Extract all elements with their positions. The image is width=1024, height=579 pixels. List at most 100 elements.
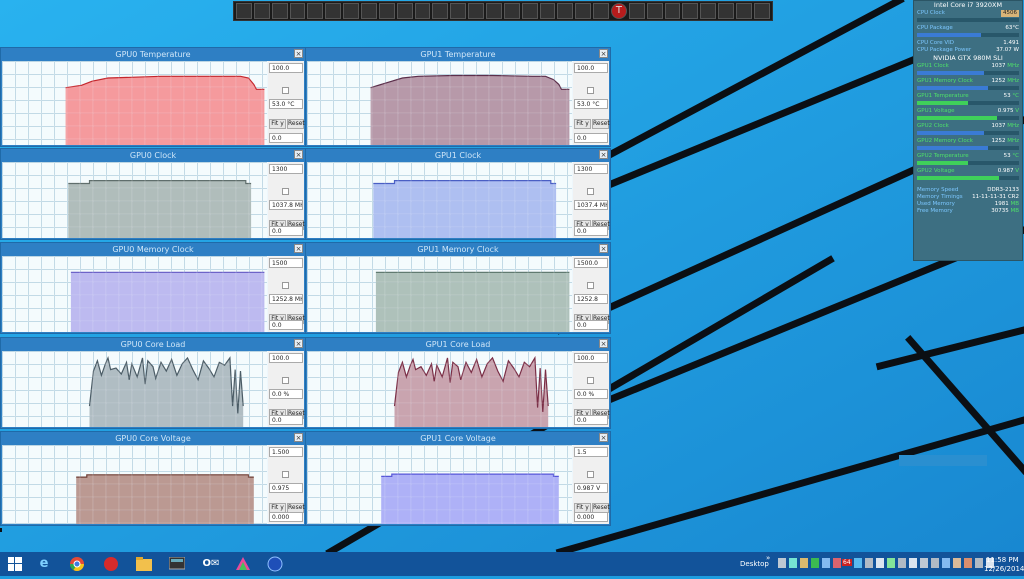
pulse-icon[interactable] [682,3,699,19]
display-icon[interactable] [628,3,645,19]
sun-icon[interactable] [718,3,735,19]
max-value-field[interactable]: 1500 [269,258,303,268]
current-value-field[interactable]: 53.0 °C [269,99,303,109]
video-icon[interactable] [521,3,538,19]
close-icon[interactable]: × [294,244,303,253]
current-value-field[interactable]: 0.0 % [269,389,303,399]
min-value-field[interactable]: 0.0 [574,133,608,143]
floating-widget[interactable] [899,455,987,466]
current-value-field[interactable]: 0.975 [269,483,303,493]
speed-icon[interactable] [646,3,663,19]
auto-checkbox[interactable] [282,87,289,94]
battery-icon[interactable] [450,3,467,19]
current-value-field[interactable]: 53.0 °C [574,99,608,109]
auto-checkbox[interactable] [282,377,289,384]
network-icon[interactable] [789,558,797,568]
max-value-field[interactable]: 100.0 [574,63,608,73]
antivirus-icon[interactable] [964,558,972,568]
shield-icon[interactable] [854,558,862,568]
max-value-field[interactable]: 1.5 [574,447,608,457]
max-value-field[interactable]: 1300 [269,164,303,174]
min-value-field[interactable]: 0.0 [574,226,608,236]
clock-icon[interactable] [343,3,360,19]
gpu-tray-icon[interactable] [811,558,819,568]
min-value-field[interactable]: 0.0 [269,320,303,330]
battery-icon[interactable] [887,558,895,568]
chart-icon[interactable] [271,3,288,19]
auto-checkbox[interactable] [587,87,594,94]
max-value-field[interactable]: 100.0 [269,353,303,363]
reset-button[interactable]: Reset [287,119,305,129]
paint-icon[interactable] [232,554,254,574]
toolbar-chevron[interactable]: » [766,554,770,562]
outlook-icon[interactable]: O✉ [200,554,222,574]
max-value-field[interactable]: 100.0 [269,63,303,73]
fan-icon[interactable] [486,3,502,19]
close-icon[interactable]: × [599,150,608,159]
tray-badge[interactable]: 64 [842,559,852,566]
auto-checkbox[interactable] [587,188,594,195]
refresh-icon[interactable] [557,3,574,19]
disk-icon[interactable] [468,3,485,19]
auto-checkbox[interactable] [282,188,289,195]
monitor-app-icon[interactable] [166,554,188,574]
close-icon[interactable]: × [599,244,608,253]
current-value-field[interactable]: 1252.8 MHz [269,294,303,304]
display-tray-icon[interactable] [975,558,983,568]
min-value-field[interactable]: 0.0 [269,415,303,425]
current-value-field[interactable]: 1252.8 [574,294,608,304]
min-value-field[interactable]: 0.000 [269,512,303,522]
max-value-field[interactable]: 1500.0 [574,258,608,268]
auto-checkbox[interactable] [282,471,289,478]
flame-icon[interactable] [396,3,413,19]
ring-icon[interactable] [503,3,520,19]
keyboard-icon[interactable] [931,558,939,568]
close-icon[interactable]: × [294,339,303,348]
power-tray-icon[interactable] [953,558,961,568]
min-value-field[interactable]: 0.0 [574,320,608,330]
chip-icon[interactable] [539,3,556,19]
butterfly-icon[interactable] [664,3,681,19]
max-value-field[interactable]: 1.500 [269,447,303,457]
cpu-icon[interactable] [253,3,270,19]
sensor-icon[interactable] [325,3,342,19]
close-icon[interactable]: × [294,150,303,159]
min-value-field[interactable]: 0.0 [269,226,303,236]
speaker-icon[interactable] [920,558,928,568]
cloud-icon[interactable] [307,3,324,19]
fit-y-button[interactable]: Fit y [269,119,286,129]
chrome-icon[interactable] [66,554,88,574]
reset-button[interactable]: Reset [592,119,610,129]
network-icon[interactable] [414,3,431,19]
power-icon[interactable] [432,3,449,19]
eq-icon[interactable] [575,3,592,19]
cpu-tray-icon[interactable] [865,558,873,568]
graph-icon[interactable] [289,3,306,19]
gear-tray-icon[interactable] [876,558,884,568]
current-value-field[interactable]: 1037.4 MHz [574,200,608,210]
app-red-icon[interactable] [100,554,122,574]
max-value-field[interactable]: 100.0 [574,353,608,363]
fit-y-button[interactable]: Fit y [574,119,591,129]
min-value-field[interactable]: 0.000 [574,512,608,522]
power-icon[interactable] [753,3,770,19]
wifi-icon[interactable] [909,558,917,568]
star-icon[interactable] [700,3,717,19]
close-icon[interactable]: × [294,433,303,442]
volume-icon[interactable] [800,558,808,568]
close-icon[interactable]: × [294,49,303,58]
min-value-field[interactable]: 0.0 [269,133,303,143]
desktop-toolbar-label[interactable]: Desktop [740,560,769,568]
auto-checkbox[interactable] [282,282,289,289]
monitor-icon[interactable] [236,3,252,19]
hwinfo-icon[interactable] [833,558,841,568]
max-value-field[interactable]: 1300 [574,164,608,174]
gauge-icon[interactable] [361,3,377,19]
cloud-icon[interactable] [942,558,950,568]
internet-explorer-icon[interactable]: e [33,554,55,574]
current-value-field[interactable]: 1037.8 MHz [269,200,303,210]
start-windows-icon[interactable] [4,554,26,574]
close-icon[interactable]: × [599,433,608,442]
current-value-field[interactable]: 0.0 % [574,389,608,399]
flag-icon[interactable] [778,558,786,568]
